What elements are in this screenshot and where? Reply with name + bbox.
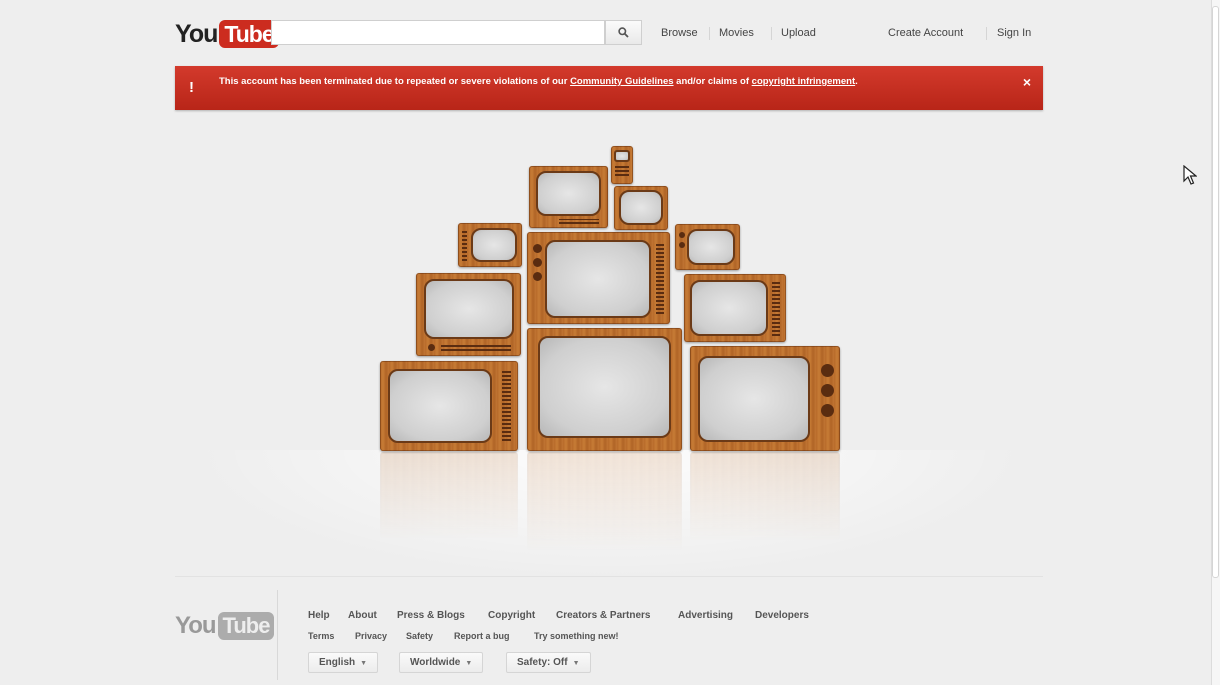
tv-bottom-left (380, 361, 518, 451)
footer-divider (277, 590, 278, 680)
tv-upper-right (675, 224, 740, 270)
tv-speaker-grille (615, 166, 629, 176)
tv-knob (428, 344, 435, 351)
tv-screen (698, 356, 810, 442)
footer-youtube-logo[interactable]: You Tube (175, 612, 275, 640)
tv-knob (679, 242, 685, 248)
footer-link-about[interactable]: About (348, 610, 377, 621)
tv-screen (690, 280, 768, 336)
tv-screen (536, 171, 601, 216)
footer-link-try-new[interactable]: Try something new! (534, 631, 619, 641)
tv-screen (619, 190, 663, 225)
mouse-cursor-icon (1183, 165, 1197, 185)
footer-link-creators[interactable]: Creators & Partners (556, 610, 650, 621)
safety-value: Safety: Off (517, 657, 568, 668)
footer-link-copyright[interactable]: Copyright (488, 610, 535, 621)
footer-link-report-bug[interactable]: Report a bug (454, 631, 510, 641)
tv-bottom-right (690, 346, 840, 451)
tv-screen (471, 228, 517, 262)
language-selector[interactable]: English ▼ (308, 652, 379, 673)
tv-speaker-grille (441, 345, 511, 351)
tv-knob (679, 232, 685, 238)
tv-upper-left (458, 223, 522, 267)
footer-link-safety[interactable]: Safety (406, 631, 433, 641)
floor-divider (175, 576, 1043, 577)
footer-link-help[interactable]: Help (308, 610, 330, 621)
language-value: English (319, 657, 356, 668)
tv-speaker-grille (502, 369, 511, 441)
tv-screen (614, 150, 630, 162)
tv-knob (821, 364, 834, 377)
tv-knob (533, 244, 542, 253)
footer-link-privacy[interactable]: Privacy (355, 631, 387, 641)
tv-screen (424, 279, 514, 339)
tv-screen (388, 369, 492, 443)
tv-knob (533, 258, 542, 267)
tv-middle-right (684, 274, 786, 342)
tv-middle-center (527, 232, 670, 324)
footer-link-terms[interactable]: Terms (308, 631, 334, 641)
tv-speaker-grille (462, 229, 467, 261)
tv-reflection (380, 452, 518, 540)
caret-down-icon: ▼ (360, 660, 368, 667)
tv-knob (821, 404, 834, 417)
tv-screen (538, 336, 671, 438)
safety-selector[interactable]: Safety: Off ▼ (506, 652, 591, 673)
footer-link-developers[interactable]: Developers (755, 610, 809, 621)
tv-knob (821, 384, 834, 397)
footer-link-advertising[interactable]: Advertising (678, 610, 733, 621)
tv-top-left (529, 166, 608, 228)
tv-speaker-grille (559, 219, 599, 224)
tv-middle-left (416, 273, 521, 356)
caret-down-icon: ▼ (572, 660, 580, 667)
tv-stack-illustration (0, 0, 1220, 685)
tv-speaker-grille (772, 280, 780, 336)
tv-screen (687, 229, 735, 265)
tv-reflection (690, 452, 840, 542)
caret-down-icon: ▼ (465, 660, 473, 667)
location-value: Worldwide (410, 657, 461, 668)
tv-top-right (614, 186, 668, 230)
footer-logo-tube-text: Tube (217, 612, 275, 640)
footer-logo-you-text: You (175, 612, 217, 639)
location-selector[interactable]: Worldwide ▼ (399, 652, 484, 673)
tv-speaker-grille (656, 242, 664, 314)
tv-screen (545, 240, 651, 318)
tv-tiny-top (611, 146, 633, 184)
footer-link-press[interactable]: Press & Blogs (397, 610, 465, 621)
tv-bottom-center (527, 328, 682, 451)
tv-reflection (527, 452, 682, 552)
tv-knob (533, 272, 542, 281)
